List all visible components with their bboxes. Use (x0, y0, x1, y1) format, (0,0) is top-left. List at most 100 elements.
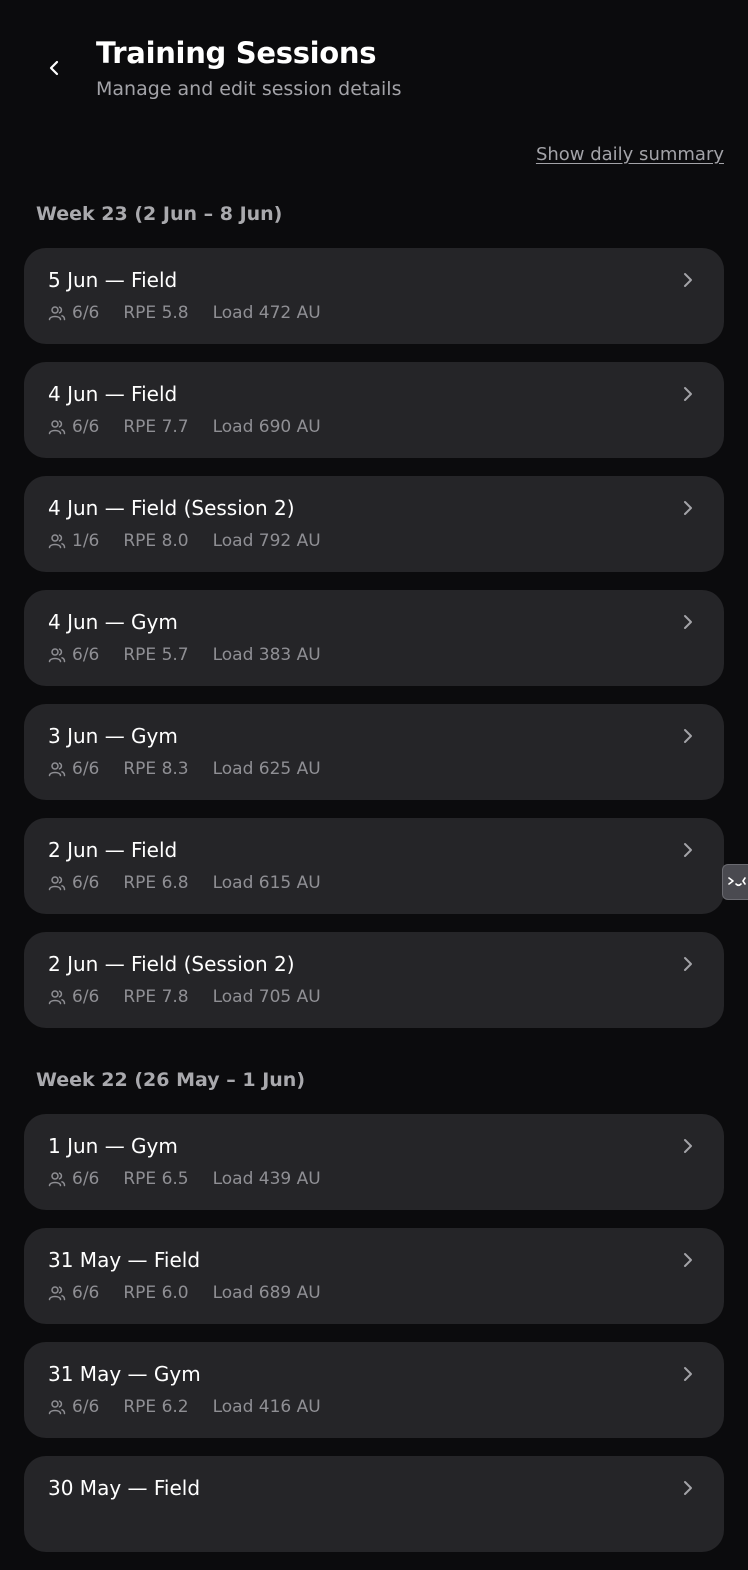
session-title: 2 Jun — Field (48, 838, 178, 862)
attendance-count: 6/6 (72, 873, 100, 893)
attendance-count: 1/6 (72, 531, 100, 551)
side-panel-tab[interactable] (722, 864, 748, 900)
session-rpe: RPE 6.5 (123, 1169, 189, 1189)
attendance: 6/6 (48, 873, 99, 893)
session-card[interactable]: 2 Jun — Field 6/6 RPE 6.8 Load 615 AU (24, 818, 724, 914)
week-group: Week 23 (2 Jun – 8 Jun) 5 Jun — Field 6/6 R… (24, 196, 724, 1028)
session-rpe: RPE 8.0 (123, 531, 189, 551)
chevron-right-icon (684, 501, 692, 515)
attendance: 1/6 (48, 531, 99, 551)
users-icon (48, 876, 66, 891)
attendance-count: 6/6 (72, 1169, 100, 1189)
session-card[interactable]: 30 May — Field (24, 1456, 724, 1552)
attendance: 6/6 (48, 987, 99, 1007)
users-icon (48, 1286, 66, 1301)
session-meta: 6/6 RPE 5.8 Load 472 AU (48, 303, 321, 323)
attendance-count: 6/6 (72, 987, 100, 1007)
attendance: 6/6 (48, 645, 99, 665)
users-icon (48, 990, 66, 1005)
session-card[interactable]: 4 Jun — Field (Session 2) 1/6 RPE 8.0 Load … (24, 476, 724, 572)
chevron-right-icon (684, 273, 692, 287)
back-button[interactable] (38, 52, 70, 84)
chevron-right-icon (684, 1367, 692, 1381)
session-meta: 6/6 RPE 6.2 Load 416 AU (48, 1397, 321, 1417)
attendance-count: 6/6 (72, 645, 100, 665)
session-card[interactable]: 4 Jun — Field 6/6 RPE 7.7 Load 690 AU (24, 362, 724, 458)
session-title: 5 Jun — Field (48, 268, 178, 292)
show-daily-summary-link[interactable]: Show daily summary (536, 144, 724, 165)
session-list: Week 23 (2 Jun – 8 Jun) 5 Jun — Field 6/6 R… (24, 196, 724, 1570)
session-load: Load 792 AU (212, 531, 321, 551)
session-meta: 6/6 RPE 5.7 Load 383 AU (48, 645, 321, 665)
session-rpe: RPE 6.2 (123, 1397, 189, 1417)
session-card[interactable]: 1 Jun — Gym 6/6 RPE 6.5 Load 439 AU (24, 1114, 724, 1210)
terminal-face-icon (728, 877, 746, 887)
attendance: 6/6 (48, 303, 99, 323)
users-icon (48, 1400, 66, 1415)
session-title: 30 May — Field (48, 1476, 201, 1500)
chevron-right-icon (684, 387, 692, 401)
session-rpe: RPE 7.7 (123, 417, 189, 437)
session-meta: 6/6 RPE 7.8 Load 705 AU (48, 987, 321, 1007)
session-meta: 6/6 RPE 6.8 Load 615 AU (48, 873, 321, 893)
attendance: 6/6 (48, 1169, 99, 1189)
chevron-right-icon (684, 615, 692, 629)
session-load: Load 705 AU (212, 987, 321, 1007)
chevron-right-icon (684, 1139, 692, 1153)
session-load: Load 439 AU (212, 1169, 321, 1189)
chevron-left-icon (49, 60, 59, 76)
session-card[interactable]: 31 May — Gym 6/6 RPE 6.2 Load 416 AU (24, 1342, 724, 1438)
session-title: 3 Jun — Gym (48, 724, 178, 748)
session-title: 1 Jun — Gym (48, 1134, 178, 1158)
session-meta: 6/6 RPE 6.0 Load 689 AU (48, 1283, 321, 1303)
session-load: Load 625 AU (212, 759, 321, 779)
attendance-count: 6/6 (72, 303, 100, 323)
session-title: 4 Jun — Field (Session 2) (48, 496, 295, 520)
session-rpe: RPE 6.8 (123, 873, 189, 893)
session-card[interactable]: 4 Jun — Gym 6/6 RPE 5.7 Load 383 AU (24, 590, 724, 686)
session-meta: 1/6 RPE 8.0 Load 792 AU (48, 531, 321, 551)
session-title: 4 Jun — Gym (48, 610, 178, 634)
session-rpe: RPE 7.8 (123, 987, 189, 1007)
session-card[interactable]: 2 Jun — Field (Session 2) 6/6 RPE 7.8 Load … (24, 932, 724, 1028)
session-load: Load 472 AU (212, 303, 321, 323)
attendance: 6/6 (48, 759, 99, 779)
session-rpe: RPE 6.0 (123, 1283, 189, 1303)
page-header: Training Sessions Manage and edit sessio… (0, 0, 748, 120)
attendance: 6/6 (48, 1283, 99, 1303)
session-title: 31 May — Gym (48, 1362, 201, 1386)
attendance-count: 6/6 (72, 1283, 100, 1303)
session-meta: 6/6 RPE 6.5 Load 439 AU (48, 1169, 321, 1189)
session-rpe: RPE 5.7 (123, 645, 189, 665)
users-icon (48, 1172, 66, 1187)
session-load: Load 383 AU (212, 645, 321, 665)
users-icon (48, 648, 66, 663)
week-group: Week 22 (26 May – 1 Jun) 1 Jun — Gym 6/6 RP… (24, 1062, 724, 1552)
attendance-count: 6/6 (72, 417, 100, 437)
attendance: 6/6 (48, 1397, 99, 1417)
session-meta: 6/6 RPE 8.3 Load 625 AU (48, 759, 321, 779)
session-load: Load 689 AU (212, 1283, 321, 1303)
session-title: 31 May — Field (48, 1248, 201, 1272)
session-rpe: RPE 8.3 (123, 759, 189, 779)
users-icon (48, 762, 66, 777)
attendance-count: 6/6 (72, 1397, 100, 1417)
session-card[interactable]: 5 Jun — Field 6/6 RPE 5.8 Load 472 AU (24, 248, 724, 344)
users-icon (48, 420, 66, 435)
session-title: 2 Jun — Field (Session 2) (48, 952, 295, 976)
users-icon (48, 534, 66, 549)
users-icon (48, 306, 66, 321)
session-card[interactable]: 3 Jun — Gym 6/6 RPE 8.3 Load 625 AU (24, 704, 724, 800)
chevron-right-icon (684, 843, 692, 857)
session-meta: 6/6 RPE 7.7 Load 690 AU (48, 417, 321, 437)
session-rpe: RPE 5.8 (123, 303, 189, 323)
chevron-right-icon (684, 957, 692, 971)
chevron-right-icon (684, 1481, 692, 1495)
chevron-right-icon (684, 729, 692, 743)
page-title: Training Sessions (96, 36, 377, 70)
session-load: Load 615 AU (212, 873, 321, 893)
session-load: Load 690 AU (212, 417, 321, 437)
session-card[interactable]: 31 May — Field 6/6 RPE 6.0 Load 689 AU (24, 1228, 724, 1324)
chevron-right-icon (684, 1253, 692, 1267)
session-load: Load 416 AU (212, 1397, 321, 1417)
